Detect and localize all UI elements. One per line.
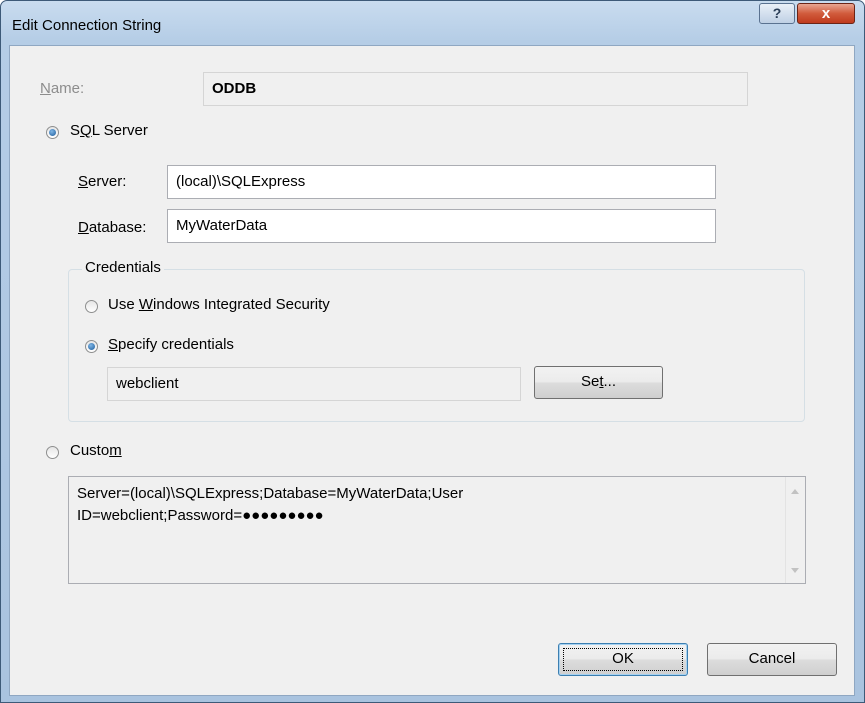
credentials-group-title: Credentials <box>82 259 164 276</box>
cancel-button[interactable]: Cancel <box>707 643 837 676</box>
specify-credentials-label[interactable]: Specify credentials <box>108 336 234 353</box>
server-label: Server: <box>78 173 127 190</box>
set-credentials-button[interactable]: Set... <box>534 366 663 399</box>
name-label: Name: <box>40 80 85 97</box>
database-input[interactable]: MyWaterData <box>167 209 716 243</box>
credentials-username-field: webclient <box>107 367 521 401</box>
integrated-security-label[interactable]: Use Windows Integrated Security <box>108 296 330 313</box>
sql-server-label[interactable]: SQL Server <box>70 122 148 139</box>
close-icon: x <box>821 5 831 22</box>
radio-selected-dot <box>88 343 95 350</box>
scroll-down-arrow-icon[interactable] <box>791 568 799 573</box>
window-title: Edit Connection String <box>12 17 162 34</box>
title-bar[interactable]: Edit Connection String ? x <box>1 1 864 45</box>
ok-button[interactable]: OK <box>558 643 688 676</box>
close-button[interactable]: x <box>797 3 855 24</box>
custom-label[interactable]: Custom <box>70 442 122 459</box>
radio-selected-dot <box>49 129 56 136</box>
scroll-up-arrow-icon[interactable] <box>791 489 799 494</box>
help-button[interactable]: ? <box>759 3 795 24</box>
help-icon: ? <box>772 5 782 21</box>
dialog-window: Edit Connection String ? x Name: ODDB SQ… <box>0 0 865 703</box>
focus-rectangle <box>563 648 683 671</box>
database-label: Database: <box>78 219 147 236</box>
dialog-body: Name: ODDB SQL Server Server: (local)\SQ… <box>9 45 855 696</box>
custom-connection-string-textarea[interactable]: Server=(local)\SQLExpress;Database=MyWat… <box>68 476 806 584</box>
integrated-security-radio[interactable] <box>85 300 98 313</box>
custom-radio[interactable] <box>46 446 59 459</box>
sql-server-radio[interactable] <box>46 126 59 139</box>
server-input[interactable]: (local)\SQLExpress <box>167 165 716 199</box>
connection-string-text: Server=(local)\SQLExpress;Database=MyWat… <box>77 485 464 524</box>
name-field: ODDB <box>203 72 748 106</box>
specify-credentials-radio[interactable] <box>85 340 98 353</box>
vertical-scrollbar[interactable] <box>785 477 805 583</box>
